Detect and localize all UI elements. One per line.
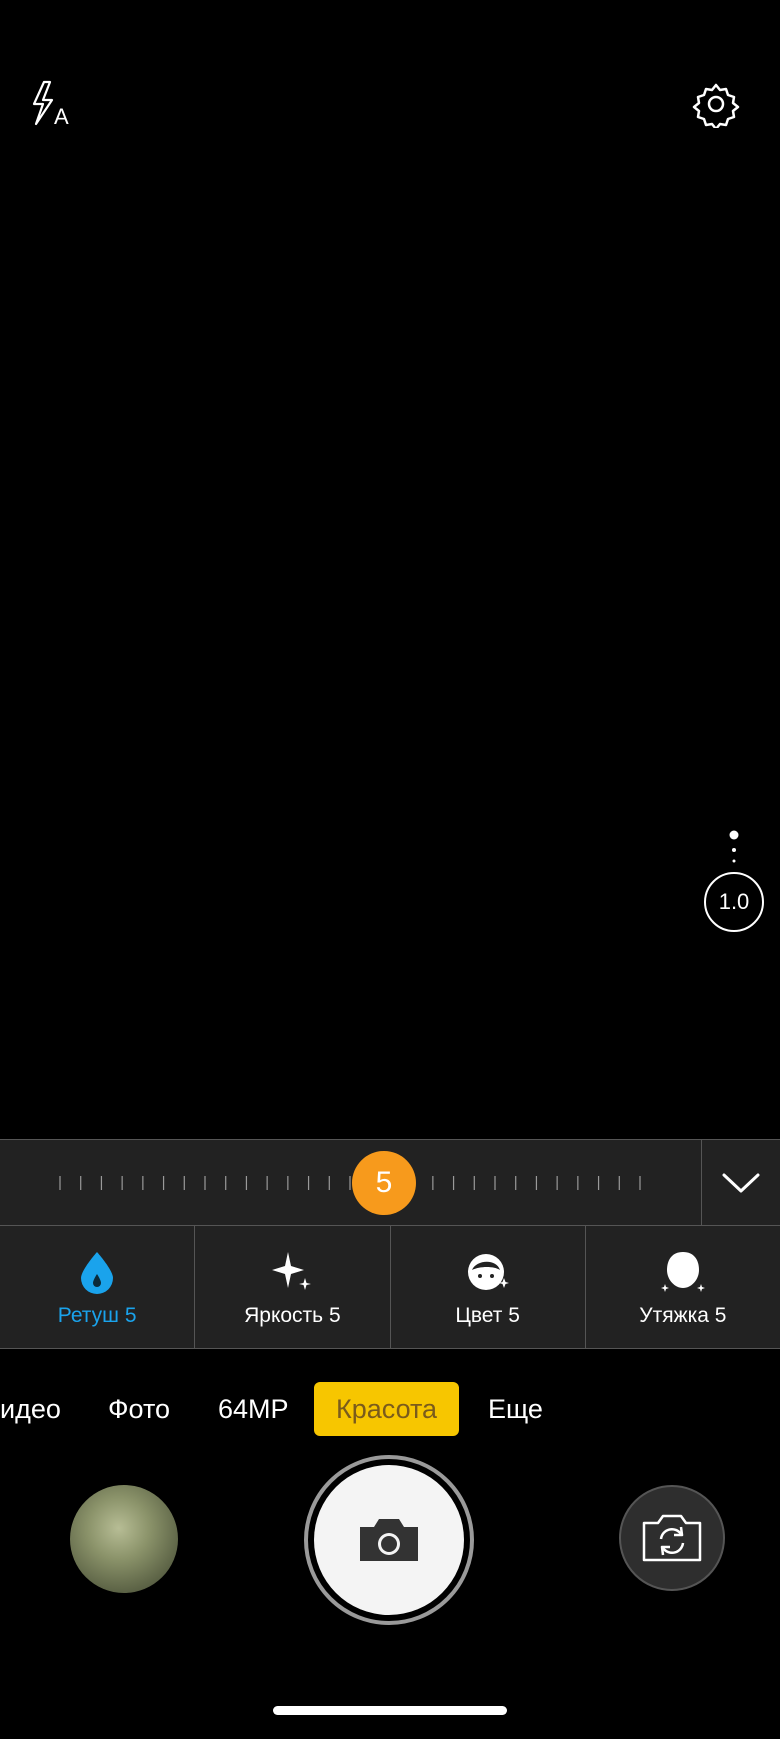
zoom-level-value: 1.0 bbox=[718, 889, 750, 914]
svg-text:A: A bbox=[54, 104, 69, 129]
shutter-button[interactable] bbox=[314, 1465, 464, 1615]
option-label: Яркость 5 bbox=[244, 1304, 341, 1327]
flash-auto-button[interactable]: A bbox=[24, 76, 80, 132]
switch-camera-icon bbox=[642, 1514, 702, 1562]
vertical-dots-icon bbox=[729, 830, 739, 863]
option-slimming[interactable]: Утяжка 5 bbox=[586, 1226, 780, 1348]
mode-video[interactable]: идео bbox=[0, 1382, 61, 1436]
gear-icon bbox=[692, 83, 740, 128]
face-color-icon bbox=[467, 1254, 509, 1290]
option-brightness[interactable]: Яркость 5 bbox=[195, 1226, 391, 1348]
settings-button[interactable] bbox=[688, 76, 744, 132]
flash-auto-icon: A bbox=[32, 80, 69, 129]
mode-photo[interactable]: Фото bbox=[108, 1382, 170, 1436]
gallery-thumbnail[interactable] bbox=[70, 1485, 178, 1593]
option-retouch[interactable]: Ретуш 5 bbox=[0, 1226, 196, 1348]
slider-value-label: 5 bbox=[375, 1166, 393, 1199]
option-label: Утяжка 5 bbox=[639, 1304, 727, 1327]
option-label: Ретуш 5 bbox=[57, 1304, 137, 1327]
slider-handle[interactable]: 5 bbox=[352, 1151, 416, 1215]
mode-64mp[interactable]: 64MP bbox=[218, 1382, 289, 1436]
beauty-level-slider[interactable] bbox=[40, 1160, 660, 1206]
zoom-level-button[interactable]: 1.0 bbox=[704, 872, 764, 932]
sparkle-icon bbox=[272, 1252, 312, 1290]
mode-beauty[interactable]: Красота bbox=[314, 1382, 460, 1436]
face-slim-icon bbox=[660, 1252, 705, 1292]
mode-more[interactable]: Еще bbox=[488, 1382, 543, 1436]
option-label: Цвет 5 bbox=[455, 1304, 520, 1327]
camera-icon bbox=[360, 1519, 418, 1561]
mode-bar: идео Фото 64MP Красота Еще bbox=[0, 1382, 780, 1436]
switch-camera-button[interactable] bbox=[619, 1485, 725, 1591]
option-color[interactable]: Цвет 5 bbox=[391, 1226, 586, 1348]
chevron-down-icon bbox=[722, 1173, 760, 1193]
beauty-options-bar: Ретуш 5 Яркость 5 Цвет 5 Утяжка 5 bbox=[0, 1226, 780, 1349]
home-indicator[interactable] bbox=[273, 1706, 507, 1715]
zoom-options-button[interactable] bbox=[726, 830, 742, 866]
collapse-panel-button[interactable] bbox=[701, 1140, 780, 1226]
water-drop-icon bbox=[81, 1252, 114, 1294]
